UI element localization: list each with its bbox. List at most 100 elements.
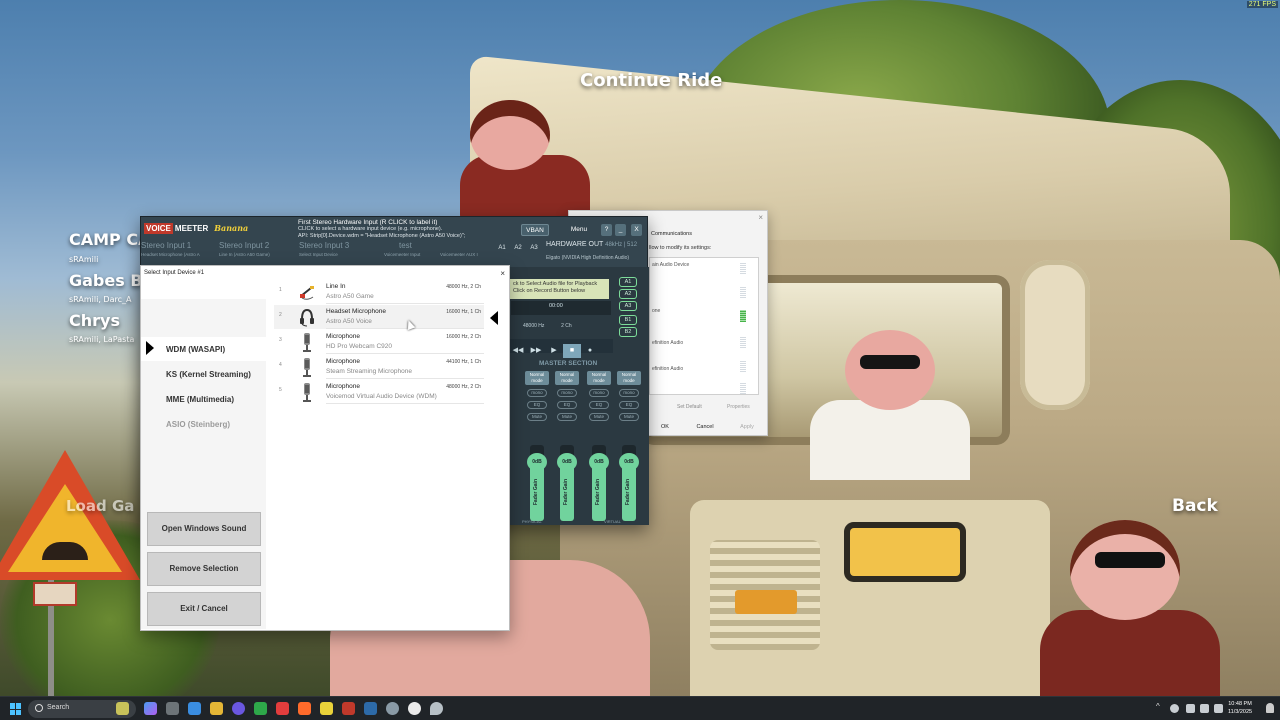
settings-icon[interactable] bbox=[386, 702, 399, 715]
bus-b2-button[interactable]: B2 bbox=[619, 327, 637, 337]
copilot-icon[interactable] bbox=[144, 702, 157, 715]
eq-button[interactable]: EQ bbox=[527, 401, 547, 409]
device-row[interactable]: 1 Line In Astro A50 Game 48000 Hz, 2 Ch bbox=[274, 280, 484, 304]
eq-button[interactable]: EQ bbox=[619, 401, 639, 409]
list-item[interactable]: ain Audio Device bbox=[652, 262, 689, 268]
xbox-icon[interactable] bbox=[254, 702, 267, 715]
properties-button[interactable]: Properties bbox=[727, 404, 750, 410]
widget-icon[interactable] bbox=[116, 702, 129, 715]
file-explorer-icon[interactable] bbox=[210, 702, 223, 715]
eq-button[interactable]: EQ bbox=[557, 401, 577, 409]
fader-gain[interactable]: 0dB Fader Gain bbox=[557, 445, 577, 521]
device-row[interactable]: 2 Headset Microphone Astro A50 Voice 160… bbox=[274, 305, 484, 329]
app-icon[interactable] bbox=[364, 702, 377, 715]
mono-button[interactable]: mono bbox=[589, 389, 609, 397]
a2-toggle[interactable]: A2 bbox=[513, 245, 523, 257]
mute-button[interactable]: Mute bbox=[527, 413, 547, 421]
strip-label[interactable]: test bbox=[399, 241, 412, 250]
fader-gain[interactable]: 0dB Fader Gain bbox=[589, 445, 609, 521]
volume-icon[interactable] bbox=[1214, 704, 1223, 713]
voicemeeter-taskbar-icon[interactable] bbox=[342, 702, 355, 715]
menu-button[interactable]: Menu bbox=[567, 224, 591, 236]
driver-wdm[interactable]: WDM (WASAPI) bbox=[166, 345, 225, 354]
remove-selection-button[interactable]: Remove Selection bbox=[147, 552, 261, 586]
close-icon[interactable]: × bbox=[500, 269, 505, 278]
mode-button[interactable]: Normal mode bbox=[555, 371, 579, 385]
clock[interactable]: 10:48 PM 11/3/2025 bbox=[1228, 700, 1252, 716]
sound-device-list[interactable]: ain Audio Device one efinition Audio efi… bbox=[649, 257, 759, 395]
sound-close-button[interactable]: × bbox=[758, 213, 763, 222]
rewind-icon[interactable]: ◀◀ bbox=[509, 344, 527, 358]
driver-ks[interactable]: KS (Kernel Streaming) bbox=[166, 370, 251, 379]
windows-start-icon[interactable] bbox=[10, 703, 22, 715]
strip-device[interactable]: Voicemeeter Input bbox=[384, 252, 420, 257]
apply-button[interactable]: Apply bbox=[737, 422, 757, 432]
mode-button[interactable]: Normal mode bbox=[587, 371, 611, 385]
task-view-icon[interactable] bbox=[166, 702, 179, 715]
recorder-banner[interactable]: ck to Select Audio file for Playback Cli… bbox=[509, 279, 609, 299]
driver-asio[interactable]: ASIO (Steinberg) bbox=[166, 420, 230, 429]
stop-icon[interactable]: ■ bbox=[563, 344, 581, 358]
mono-button[interactable]: mono bbox=[557, 389, 577, 397]
tab-communications[interactable]: Communications bbox=[651, 231, 692, 237]
fader-gain[interactable]: 0dB Fader Gain bbox=[527, 445, 547, 521]
tray-expand-icon[interactable]: ^ bbox=[1156, 702, 1160, 711]
hardware-out-device[interactable]: Elgato (NVIDIA High Definition Audio) bbox=[546, 255, 629, 261]
device-row[interactable]: 3 Microphone HD Pro Webcam C920 16000 Hz… bbox=[274, 330, 484, 354]
unreal-engine-icon[interactable] bbox=[408, 702, 421, 715]
mute-button[interactable]: Mute bbox=[619, 413, 639, 421]
network-icon[interactable] bbox=[1200, 704, 1209, 713]
mute-button[interactable]: Mute bbox=[557, 413, 577, 421]
device-row[interactable]: 5 Microphone Voicemod Virtual Audio Devi… bbox=[274, 380, 484, 404]
cancel-button[interactable]: Cancel bbox=[693, 422, 717, 432]
mode-button[interactable]: Normal mode bbox=[525, 371, 549, 385]
microphone-icon[interactable] bbox=[1186, 704, 1195, 713]
continue-ride-button[interactable]: Continue Ride bbox=[580, 70, 722, 91]
strip-label[interactable]: Stereo Input 3 bbox=[299, 241, 349, 250]
strip-label[interactable]: Stereo Input 1 bbox=[141, 241, 191, 250]
list-item[interactable]: efinition Audio bbox=[652, 366, 683, 372]
bus-a1-button[interactable]: A1 bbox=[619, 277, 637, 287]
strip-device[interactable]: Select Input Device bbox=[299, 252, 338, 257]
strip-device[interactable]: Headset Microphone (Astro A bbox=[141, 252, 200, 257]
mono-button[interactable]: mono bbox=[619, 389, 639, 397]
help-button[interactable]: ? bbox=[601, 224, 612, 236]
app-icon[interactable] bbox=[430, 702, 443, 715]
mute-button[interactable]: Mute bbox=[589, 413, 609, 421]
strip-device[interactable]: Voicemeeter AUX I bbox=[440, 252, 478, 257]
list-item[interactable]: efinition Audio bbox=[652, 340, 683, 346]
mode-button[interactable]: Normal mode bbox=[617, 371, 641, 385]
brave-icon[interactable] bbox=[298, 702, 311, 715]
close-button[interactable]: X bbox=[631, 224, 642, 236]
strip-device[interactable]: Line In (Astro A50 Game) bbox=[219, 252, 270, 257]
play-icon[interactable]: ▶ bbox=[545, 344, 563, 358]
notification-bell-icon[interactable] bbox=[1266, 703, 1274, 713]
record-icon[interactable]: ● bbox=[581, 344, 599, 358]
mono-button[interactable]: mono bbox=[527, 389, 547, 397]
minimize-button[interactable]: _ bbox=[615, 224, 626, 236]
exit-cancel-button[interactable]: Exit / Cancel bbox=[147, 592, 261, 626]
list-item[interactable]: one bbox=[652, 308, 660, 314]
fader-gain[interactable]: 0dB Fader Gain bbox=[619, 445, 639, 521]
a1-toggle[interactable]: A1 bbox=[497, 245, 507, 257]
cloud-icon[interactable] bbox=[1170, 704, 1179, 713]
app-icon[interactable] bbox=[276, 702, 289, 715]
open-windows-sound-button[interactable]: Open Windows Sound bbox=[147, 512, 261, 546]
discord-icon[interactable] bbox=[232, 702, 245, 715]
bus-a2-button[interactable]: A2 bbox=[619, 289, 637, 299]
store-icon[interactable] bbox=[188, 702, 201, 715]
a3-toggle[interactable]: A3 bbox=[529, 245, 539, 257]
vban-button[interactable]: VBAN bbox=[521, 224, 549, 236]
driver-mme[interactable]: MME (Multimedia) bbox=[166, 395, 234, 404]
app-icon[interactable] bbox=[320, 702, 333, 715]
back-button[interactable]: Back bbox=[1172, 496, 1218, 516]
bus-a3-button[interactable]: A3 bbox=[619, 301, 637, 311]
set-default-button[interactable]: Set Default bbox=[677, 404, 702, 410]
eq-button[interactable]: EQ bbox=[589, 401, 609, 409]
bus-b1-button[interactable]: B1 bbox=[619, 315, 637, 325]
strip-label[interactable]: Stereo Input 2 bbox=[219, 241, 269, 250]
ok-button[interactable]: OK bbox=[657, 422, 673, 432]
device-row[interactable]: 4 Microphone Steam Streaming Microphone … bbox=[274, 355, 484, 379]
load-game-button[interactable]: Load Ga bbox=[66, 497, 134, 515]
fast-forward-icon[interactable]: ▶▶ bbox=[527, 344, 545, 358]
